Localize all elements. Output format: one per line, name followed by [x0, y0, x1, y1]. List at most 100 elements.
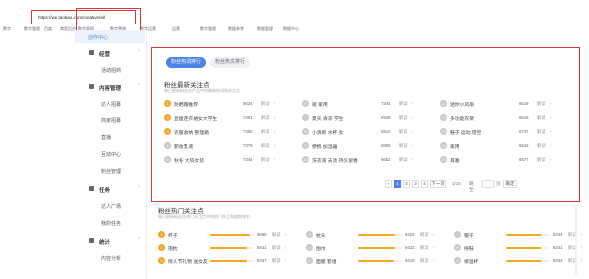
keyword: 秋冬 大码女装 [174, 159, 205, 164]
list-item: 8 小清新 水杯 女 6912 解读 › [302, 127, 432, 137]
list-item: 2 显瘦连衣裙女大学生 7401 解读 › [164, 113, 294, 123]
interpret-link[interactable]: 解读 [261, 115, 270, 121]
sidebar-group-label[interactable]: 经营 [99, 50, 110, 58]
interpret-link[interactable]: 解读 [272, 258, 281, 264]
sidebar-group-label[interactable]: 内容管理 [99, 84, 121, 92]
sidebar-item[interactable]: 达人招募 [101, 101, 121, 108]
bookmark-item[interactable]: 数据管理 [257, 26, 273, 32]
chevron-right-icon[interactable]: › [285, 232, 286, 237]
page-3-button[interactable]: 3 [412, 180, 419, 188]
bookmark-item[interactable]: 商家后台 [60, 26, 76, 32]
chevron-right-icon[interactable]: › [412, 143, 413, 148]
heat-bar [358, 247, 395, 249]
interpret-link[interactable]: 解读 [420, 258, 429, 264]
chevron-right-icon[interactable]: › [550, 157, 551, 162]
sidebar-item[interactable]: 互动中心 [101, 151, 121, 158]
heat-bar [506, 234, 541, 236]
chevron-down-icon[interactable]: ⌃ [137, 49, 141, 55]
chevron-right-icon[interactable]: › [581, 258, 582, 263]
keyword-value: 9344 [553, 232, 563, 237]
chevron-right-icon[interactable]: › [581, 245, 582, 250]
keyword-value: 9423 [405, 232, 415, 237]
interpret-link[interactable]: 解读 [399, 101, 408, 107]
chevron-right-icon[interactable]: › [285, 258, 286, 263]
keyword: 洗衣液 去渍 持久留香 [312, 159, 358, 164]
interpret-link[interactable]: 解读 [261, 101, 270, 107]
bookmark-item[interactable]: 数字 [3, 26, 11, 32]
keyword: 杯子 [168, 234, 178, 239]
chevron-right-icon[interactable]: › [285, 245, 286, 250]
chevron-down-icon[interactable]: ⌃ [137, 237, 141, 243]
tab-hotarticles[interactable]: 粉丝热文排行 [210, 57, 250, 68]
bookmark-item[interactable]: 数字管理 [200, 26, 216, 32]
interpret-link[interactable]: 解读 [537, 129, 546, 135]
page-1-button[interactable]: 1 [394, 180, 401, 188]
keyword-value: 9341 [553, 245, 563, 250]
interpret-link[interactable]: 解读 [537, 157, 546, 163]
interpret-link[interactable]: 解读 [399, 115, 408, 121]
bookmark-item[interactable]: 运营 [172, 26, 180, 32]
bookmark-item[interactable]: 百度 [44, 26, 52, 32]
interpret-link[interactable]: 解读 [399, 143, 408, 149]
interpret-link[interactable]: 解读 [261, 157, 270, 163]
sidebar-item[interactable]: 商家招募 [101, 117, 121, 124]
interpret-link[interactable]: 解读 [420, 232, 429, 238]
chevron-right-icon[interactable]: › [550, 143, 551, 148]
keyword: 迷你小风扇 [450, 103, 474, 108]
interpret-link[interactable]: 解读 [272, 245, 281, 251]
chevron-right-icon[interactable]: › [274, 157, 275, 162]
interpret-link[interactable]: 解读 [537, 115, 546, 121]
sidebar-group-label[interactable]: 统计 [99, 238, 110, 246]
bookmark-item[interactable]: 数字管理 [24, 26, 40, 32]
sidebar-item[interactable]: 达人广场 [101, 203, 121, 210]
scrollbar[interactable] [575, 205, 577, 275]
chevron-right-icon[interactable]: › [550, 101, 551, 106]
rank-badge: 8 [454, 244, 461, 251]
sidebar-item[interactable]: 粉丝管理 [101, 168, 121, 175]
chevron-right-icon[interactable]: › [550, 129, 551, 134]
interpret-link[interactable]: 解读 [399, 157, 408, 163]
prev-page-button[interactable]: ‹ [385, 180, 392, 188]
page-input[interactable] [482, 180, 494, 188]
chevron-right-icon[interactable]: › [412, 101, 413, 106]
sidebar-item[interactable]: 活动招商 [101, 67, 121, 74]
chevron-right-icon[interactable]: › [433, 258, 434, 263]
chevron-right-icon[interactable]: › [274, 129, 275, 134]
chevron-right-icon[interactable]: › [412, 157, 413, 162]
chevron-right-icon[interactable]: › [412, 129, 413, 134]
bookmark-item[interactable]: 数据参考 [228, 26, 244, 32]
interpret-link[interactable]: 解读 [399, 129, 408, 135]
keyword-value: 6652 [381, 157, 391, 162]
sidebar-active-label[interactable]: 创作中心 [88, 34, 108, 41]
sidebar-group-label[interactable]: 任务 [99, 186, 110, 194]
sidebar-item[interactable]: 内容分析 [101, 255, 121, 262]
sidebar-item[interactable]: 直播 [101, 134, 111, 141]
list-item: 11 迷你小风扇 6619 解读 › [440, 99, 570, 109]
interpret-link[interactable]: 解读 [537, 101, 546, 107]
keyword-value: 7392 [243, 129, 253, 134]
interpret-link[interactable]: 解读 [537, 143, 546, 149]
next-page-button[interactable]: 下一页 [430, 180, 446, 188]
chevron-right-icon[interactable]: › [433, 232, 434, 237]
tab-hotwords[interactable]: 粉丝热词排行 [166, 57, 206, 68]
bookmark-item[interactable]: 数据中心 [283, 26, 299, 32]
list-item: 5 秋冬 大码女装 7344 解读 › [164, 155, 294, 165]
chevron-right-icon[interactable]: › [274, 115, 275, 120]
interpret-link[interactable]: 解读 [272, 232, 281, 238]
chevron-right-icon[interactable]: › [550, 115, 551, 120]
chevron-right-icon[interactable]: › [433, 245, 434, 250]
chevron-right-icon[interactable]: › [274, 101, 275, 106]
page-2-button[interactable]: 2 [403, 180, 410, 188]
confirm-button[interactable]: 确定 [503, 180, 517, 188]
page-4-button[interactable]: 4 [421, 180, 428, 188]
interpret-link[interactable]: 解读 [420, 245, 429, 251]
chevron-right-icon[interactable]: › [581, 232, 582, 237]
interpret-link[interactable]: 解读 [261, 143, 270, 149]
interpret-link[interactable]: 解读 [261, 129, 270, 135]
chevron-right-icon[interactable]: › [412, 115, 413, 120]
chevron-right-icon[interactable]: › [274, 143, 275, 148]
sidebar-item[interactable]: 我的任务 [101, 220, 121, 227]
chevron-down-icon[interactable]: ⌃ [137, 83, 141, 89]
sidebar-item-active[interactable] [75, 30, 145, 43]
chevron-down-icon[interactable]: ⌃ [137, 185, 141, 191]
